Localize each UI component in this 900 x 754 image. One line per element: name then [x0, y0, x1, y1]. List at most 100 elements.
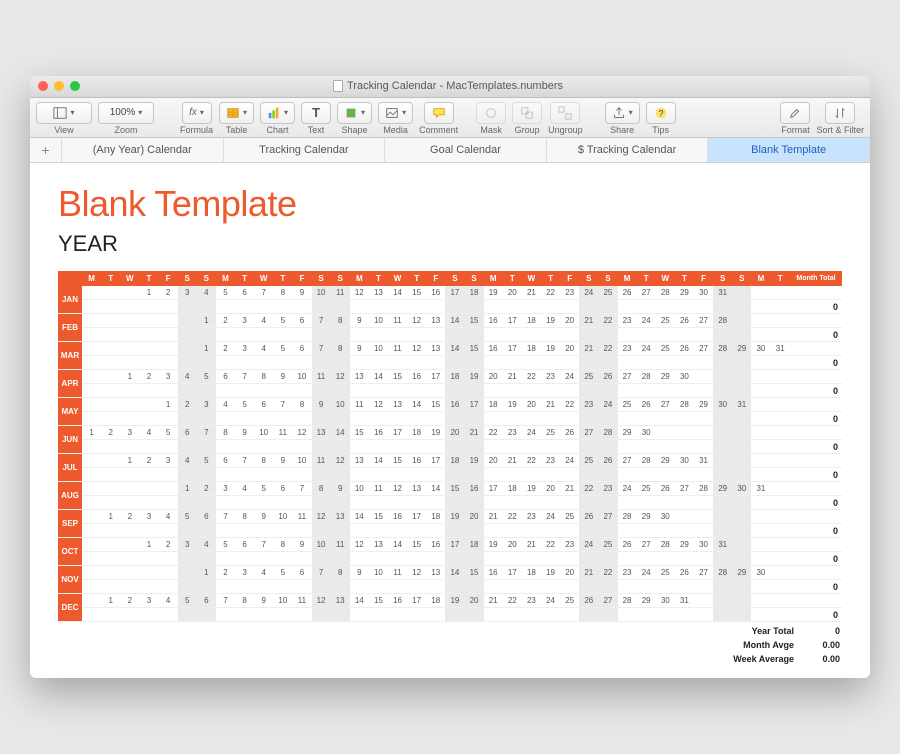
day-cell[interactable]: 6	[292, 566, 311, 580]
entry-cell[interactable]	[598, 496, 617, 510]
entry-cell[interactable]	[560, 468, 579, 482]
day-cell[interactable]: 13	[369, 538, 388, 552]
day-cell[interactable]: 10	[273, 594, 292, 608]
day-cell[interactable]: 5	[254, 482, 273, 496]
entry-cell[interactable]	[694, 580, 713, 594]
day-cell[interactable]: 12	[407, 342, 426, 356]
entry-cell[interactable]	[101, 552, 120, 566]
day-cell[interactable]	[82, 314, 101, 328]
day-cell[interactable]	[139, 566, 158, 580]
entry-cell[interactable]	[426, 468, 445, 482]
entry-cell[interactable]	[235, 468, 254, 482]
day-cell[interactable]: 27	[694, 566, 713, 580]
entry-cell[interactable]	[350, 300, 369, 314]
entry-cell[interactable]	[273, 384, 292, 398]
day-cell[interactable]: 6	[292, 314, 311, 328]
entry-cell[interactable]	[216, 412, 235, 426]
day-cell[interactable]: 26	[618, 286, 637, 300]
day-cell[interactable]: 23	[560, 286, 579, 300]
entry-cell[interactable]	[197, 300, 216, 314]
day-cell[interactable]: 16	[426, 286, 445, 300]
entry-cell[interactable]	[484, 440, 503, 454]
entry-cell[interactable]	[312, 552, 331, 566]
day-cell[interactable]: 29	[656, 370, 675, 384]
day-cell[interactable]: 5	[273, 566, 292, 580]
day-cell[interactable]: 22	[503, 594, 522, 608]
day-cell[interactable]: 14	[388, 286, 407, 300]
entry-cell[interactable]	[522, 524, 541, 538]
day-cell[interactable]: 8	[235, 510, 254, 524]
day-cell[interactable]: 17	[407, 594, 426, 608]
entry-cell[interactable]	[350, 580, 369, 594]
day-cell[interactable]: 8	[235, 594, 254, 608]
entry-cell[interactable]	[751, 356, 770, 370]
day-cell[interactable]: 24	[618, 482, 637, 496]
day-cell[interactable]	[732, 538, 751, 552]
entry-cell[interactable]	[637, 552, 656, 566]
entry-cell[interactable]	[369, 468, 388, 482]
day-cell[interactable]: 9	[350, 566, 369, 580]
day-cell[interactable]: 6	[178, 426, 197, 440]
entry-cell[interactable]	[637, 496, 656, 510]
day-cell[interactable]: 26	[637, 398, 656, 412]
sheet-tab[interactable]: Tracking Calendar	[224, 138, 386, 162]
entry-cell[interactable]	[637, 580, 656, 594]
entry-cell[interactable]	[771, 412, 791, 426]
entry-cell[interactable]	[656, 440, 675, 454]
entry-cell[interactable]	[751, 412, 770, 426]
entry-cell[interactable]	[503, 356, 522, 370]
view-button[interactable]: ▾	[36, 102, 92, 124]
entry-cell[interactable]	[235, 552, 254, 566]
entry-cell[interactable]	[484, 356, 503, 370]
day-cell[interactable]: 8	[216, 426, 235, 440]
entry-cell[interactable]	[713, 468, 732, 482]
entry-cell[interactable]	[503, 496, 522, 510]
entry-cell[interactable]	[139, 356, 158, 370]
day-cell[interactable]: 1	[139, 286, 158, 300]
entry-cell[interactable]	[82, 608, 101, 622]
day-cell[interactable]	[82, 594, 101, 608]
day-cell[interactable]: 6	[254, 398, 273, 412]
entry-cell[interactable]	[637, 328, 656, 342]
entry-cell[interactable]	[771, 328, 791, 342]
day-cell[interactable]: 31	[751, 482, 770, 496]
day-cell[interactable]	[82, 286, 101, 300]
entry-cell[interactable]	[388, 608, 407, 622]
day-cell[interactable]: 16	[465, 482, 484, 496]
entry-cell[interactable]	[407, 300, 426, 314]
entry-cell[interactable]	[178, 356, 197, 370]
day-cell[interactable]	[771, 482, 791, 496]
entry-cell[interactable]	[273, 468, 292, 482]
entry-cell[interactable]	[694, 496, 713, 510]
day-cell[interactable]: 12	[312, 510, 331, 524]
day-cell[interactable]	[139, 342, 158, 356]
day-cell[interactable]	[771, 594, 791, 608]
month-row[interactable]: FEB1234567891011121314151617181920212223…	[58, 314, 842, 328]
day-cell[interactable]: 4	[159, 510, 178, 524]
entry-cell[interactable]	[216, 440, 235, 454]
entry-cell[interactable]	[139, 580, 158, 594]
entry-cell[interactable]	[465, 608, 484, 622]
day-cell[interactable]: 23	[618, 566, 637, 580]
entry-cell[interactable]	[159, 468, 178, 482]
entry-cell[interactable]	[465, 552, 484, 566]
entry-cell[interactable]	[465, 384, 484, 398]
entry-cell[interactable]	[503, 468, 522, 482]
entry-cell[interactable]	[694, 384, 713, 398]
entry-cell[interactable]	[751, 384, 770, 398]
day-cell[interactable]: 2	[197, 482, 216, 496]
day-cell[interactable]: 18	[445, 370, 464, 384]
month-entry-row[interactable]: 0	[58, 300, 842, 314]
entry-cell[interactable]	[465, 524, 484, 538]
day-cell[interactable]: 23	[541, 370, 560, 384]
entry-cell[interactable]	[273, 356, 292, 370]
entry-cell[interactable]	[407, 412, 426, 426]
entry-cell[interactable]	[541, 384, 560, 398]
month-entry-row[interactable]: 0	[58, 356, 842, 370]
entry-cell[interactable]	[732, 384, 751, 398]
day-cell[interactable]: 1	[139, 538, 158, 552]
entry-cell[interactable]	[732, 356, 751, 370]
day-cell[interactable]: 22	[484, 426, 503, 440]
entry-cell[interactable]	[503, 384, 522, 398]
entry-cell[interactable]	[120, 356, 139, 370]
